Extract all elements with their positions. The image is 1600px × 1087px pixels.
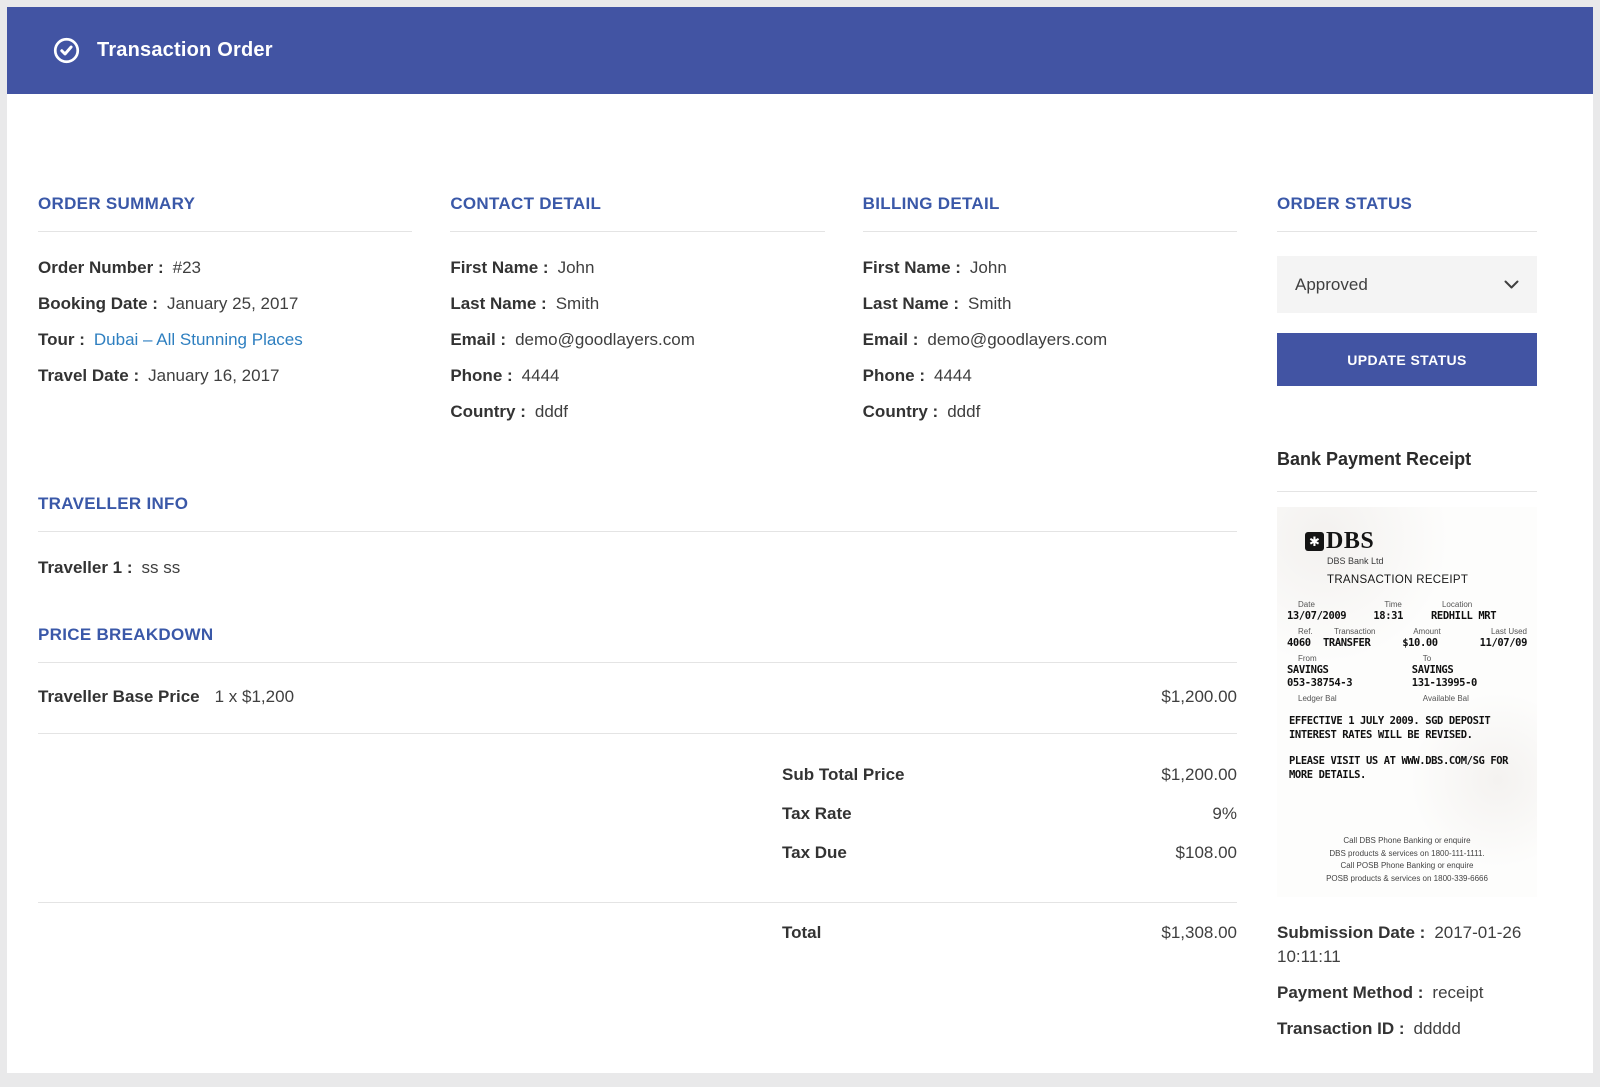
receipt-transaction-label: Transaction: [1323, 627, 1402, 636]
tax-due-row: Tax Due $108.00: [782, 842, 1237, 864]
payment-meta: Submission Date :2017-01-26 10:11:11 Pay…: [1277, 921, 1537, 1041]
sidebar: ORDER STATUS Approved UPDATE STATUS Bank…: [1277, 194, 1537, 1053]
dbs-logo-text: DBS: [1326, 528, 1374, 555]
order-status-section: ORDER STATUS Approved UPDATE STATUS: [1277, 194, 1537, 386]
check-circle-icon: [53, 37, 80, 64]
receipt-from-type: SAVINGS: [1287, 664, 1412, 676]
dbs-logo-icon: ✱: [1305, 532, 1324, 551]
tour-link[interactable]: Dubai – All Stunning Places: [94, 330, 303, 349]
subtotal-block: Sub Total Price $1,200.00 Tax Rate 9% Ta…: [38, 733, 1237, 903]
receipt-to-account: 131-13995-0: [1412, 677, 1527, 689]
divider: [38, 231, 412, 232]
billing-last-name-row: Last Name :Smith: [863, 293, 1237, 315]
billing-phone-row: Phone :4444: [863, 365, 1237, 387]
update-status-button[interactable]: UPDATE STATUS: [1277, 333, 1537, 386]
main-panel: ORDER SUMMARY Order Number :#23 Booking …: [38, 194, 1237, 973]
receipt-time-label: Time: [1373, 600, 1431, 609]
receipt-last-used: 11/07/09: [1474, 637, 1527, 649]
receipt-notice-1: EFFECTIVE 1 JULY 2009. SGD DEPOSIT INTER…: [1289, 715, 1527, 743]
traveller-row: Traveller 1 :ss ss: [38, 557, 1237, 579]
order-status-select[interactable]: Approved: [1277, 256, 1537, 313]
price-breakdown-heading: PRICE BREAKDOWN: [38, 625, 1237, 645]
price-breakdown-section: PRICE BREAKDOWN Traveller Base Price 1 x…: [38, 625, 1237, 973]
divider: [450, 231, 824, 232]
contact-country-row: Country :dddf: [450, 401, 824, 423]
header-bar: Transaction Order: [7, 7, 1593, 94]
total-row: Total $1,308.00: [782, 903, 1237, 973]
receipt-transaction: TRANSFER: [1323, 637, 1402, 649]
transaction-id-row: Transaction ID :ddddd: [1277, 1017, 1537, 1041]
receipt-amount: $10.00: [1402, 637, 1474, 649]
contact-email-row: Email :demo@goodlayers.com: [450, 329, 824, 351]
base-price-row: Traveller Base Price 1 x $1,200 $1,200.0…: [38, 663, 1237, 733]
sub-total-row: Sub Total Price $1,200.00: [782, 764, 1237, 786]
receipt-available-label: Available Bal: [1412, 694, 1527, 703]
contact-phone-row: Phone :4444: [450, 365, 824, 387]
booking-date-row: Booking Date :January 25, 2017: [38, 293, 412, 315]
receipt-date: 13/07/2009: [1287, 610, 1373, 622]
bank-receipt-section: Bank Payment Receipt ✱ DBS DBS Bank Ltd …: [1277, 449, 1537, 897]
receipt-last-used-label: Last Used: [1474, 627, 1527, 636]
divider: [1277, 231, 1537, 232]
receipt-to-label: To: [1412, 654, 1527, 663]
contact-detail-section: CONTACT DETAIL First Name :John Last Nam…: [450, 194, 824, 437]
divider: [863, 231, 1237, 232]
content: ORDER SUMMARY Order Number :#23 Booking …: [7, 94, 1593, 1053]
receipt-ledger-label: Ledger Bal: [1287, 694, 1412, 703]
receipt-date-label: Date: [1287, 600, 1373, 609]
travel-date-row: Travel Date :January 16, 2017: [38, 365, 412, 387]
receipt-amount-label: Amount: [1402, 627, 1474, 636]
order-status-heading: ORDER STATUS: [1277, 194, 1537, 214]
contact-first-name-row: First Name :John: [450, 257, 824, 279]
contact-detail-heading: CONTACT DETAIL: [450, 194, 824, 214]
divider: [38, 531, 1237, 532]
receipt-from-label: From: [1287, 654, 1412, 663]
receipt-time: 18:31: [1373, 610, 1431, 622]
receipt-location: REDHILL MRT: [1431, 610, 1527, 622]
tax-rate-row: Tax Rate 9%: [782, 803, 1237, 825]
dbs-logo: ✱ DBS: [1305, 528, 1527, 555]
receipt-grid: Date Time Location 13/07/2009 18:31 REDH…: [1287, 595, 1527, 703]
receipt-to-type: SAVINGS: [1412, 664, 1527, 676]
billing-country-row: Country :dddf: [863, 401, 1237, 423]
base-price-amount: $1,200.00: [1161, 687, 1237, 707]
order-summary-section: ORDER SUMMARY Order Number :#23 Booking …: [38, 194, 412, 437]
payment-method-row: Payment Method :receipt: [1277, 981, 1537, 1005]
receipt-ref-label: Ref.: [1287, 627, 1323, 636]
receipt-notice-2: PLEASE VISIT US AT WWW.DBS.COM/SG FOR MO…: [1289, 755, 1527, 783]
contact-last-name-row: Last Name :Smith: [450, 293, 824, 315]
billing-detail-section: BILLING DETAIL First Name :John Last Nam…: [863, 194, 1237, 437]
receipt-footer: Call DBS Phone Banking or enquire DBS pr…: [1287, 835, 1527, 885]
detail-columns: ORDER SUMMARY Order Number :#23 Booking …: [38, 194, 1237, 437]
tour-row: Tour :Dubai – All Stunning Places: [38, 329, 412, 351]
billing-first-name-row: First Name :John: [863, 257, 1237, 279]
order-status-selected-value: Approved: [1295, 275, 1368, 295]
traveller-info-heading: TRAVELLER INFO: [38, 494, 1237, 514]
chevron-down-icon: [1504, 280, 1519, 290]
receipt-title: TRANSACTION RECEIPT: [1327, 574, 1527, 586]
billing-email-row: Email :demo@goodlayers.com: [863, 329, 1237, 351]
divider: [1277, 491, 1537, 492]
billing-detail-heading: BILLING DETAIL: [863, 194, 1237, 214]
order-number-row: Order Number :#23: [38, 257, 412, 279]
base-price-qty: 1 x $1,200: [215, 687, 294, 707]
page-title: Transaction Order: [97, 39, 273, 62]
receipt-bank-name: DBS Bank Ltd: [1327, 556, 1527, 566]
bank-receipt-image[interactable]: ✱ DBS DBS Bank Ltd TRANSACTION RECEIPT D…: [1277, 507, 1537, 897]
submission-date-row: Submission Date :2017-01-26 10:11:11: [1277, 921, 1537, 969]
bank-receipt-heading: Bank Payment Receipt: [1277, 449, 1537, 470]
transaction-order-card: Transaction Order ORDER SUMMARY Order Nu…: [7, 7, 1593, 1073]
order-summary-heading: ORDER SUMMARY: [38, 194, 412, 214]
traveller-info-section: TRAVELLER INFO Traveller 1 :ss ss: [38, 494, 1237, 579]
receipt-ref: 4060: [1287, 637, 1323, 649]
receipt-location-label: Location: [1431, 600, 1527, 609]
receipt-from-account: 053-38754-3: [1287, 677, 1412, 689]
